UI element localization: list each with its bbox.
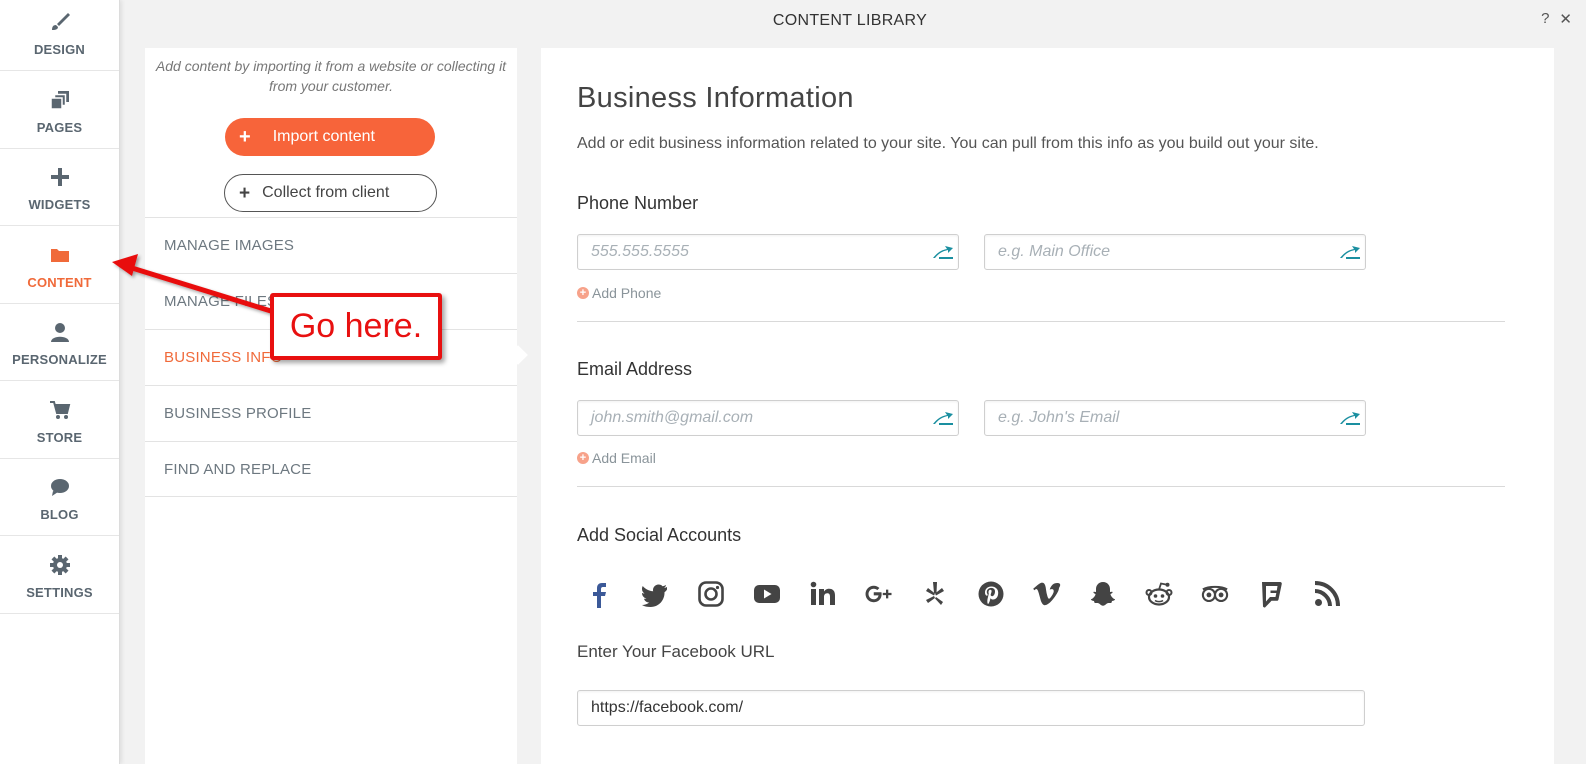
menu-item-find-and-replace[interactable]: FIND AND REPLACE bbox=[145, 441, 517, 497]
dynamic-content-icon[interactable] bbox=[1335, 237, 1365, 267]
sidebar-item-pages[interactable]: PAGES bbox=[0, 71, 119, 149]
folder-icon bbox=[49, 244, 71, 266]
youtube-icon[interactable] bbox=[753, 580, 781, 608]
google-plus-icon[interactable] bbox=[865, 580, 893, 608]
cart-icon bbox=[49, 399, 71, 421]
facebook-url-input[interactable]: https://facebook.com/ bbox=[577, 690, 1365, 726]
email-address-placeholder: john.smith@gmail.com bbox=[591, 409, 754, 426]
annotation-text: Go here. bbox=[289, 307, 423, 345]
yelp-icon[interactable] bbox=[921, 580, 949, 608]
sidebar-item-widgets[interactable]: WIDGETS bbox=[0, 149, 119, 226]
vimeo-icon[interactable] bbox=[1033, 580, 1061, 608]
plus-icon: + bbox=[239, 182, 251, 204]
email-heading: Email Address bbox=[577, 359, 693, 379]
email-address-input[interactable]: john.smith@gmail.com bbox=[577, 400, 959, 436]
sidebar-item-label: SETTINGS bbox=[26, 584, 93, 600]
dynamic-content-icon[interactable] bbox=[928, 403, 958, 433]
add-email-label: Add Email bbox=[592, 450, 656, 466]
phone-number-input[interactable]: 555.555.5555 bbox=[577, 234, 959, 270]
social-icons-row bbox=[585, 580, 1341, 608]
help-button[interactable]: ? bbox=[1541, 10, 1549, 28]
window-actions: ? ✕ bbox=[1541, 10, 1572, 28]
social-heading: Add Social Accounts bbox=[577, 525, 742, 545]
page-title: CONTENT LIBRARY bbox=[772, 12, 928, 29]
section-title: Business Information bbox=[577, 82, 854, 114]
annotation-callout: Go here. bbox=[270, 293, 442, 360]
phone-number-placeholder: 555.555.5555 bbox=[591, 243, 689, 260]
plus-icon: + bbox=[239, 126, 251, 148]
facebook-icon[interactable] bbox=[585, 580, 613, 608]
sidebar-item-label: PAGES bbox=[36, 119, 83, 135]
divider bbox=[577, 486, 1505, 487]
foursquare-icon[interactable] bbox=[1257, 580, 1285, 608]
email-label-placeholder: e.g. John's Email bbox=[998, 409, 1120, 426]
phone-label-placeholder: e.g. Main Office bbox=[998, 243, 1111, 260]
phone-heading: Phone Number bbox=[577, 193, 699, 213]
dynamic-content-icon[interactable] bbox=[1335, 403, 1365, 433]
menu-item-manage-images[interactable]: MANAGE IMAGES bbox=[145, 217, 517, 273]
plus-circle-icon: + bbox=[577, 452, 589, 464]
facebook-url-value: https://facebook.com/ bbox=[591, 699, 744, 716]
sidebar-item-settings[interactable]: SETTINGS bbox=[0, 536, 119, 614]
facebook-url-label: Enter Your Facebook URL bbox=[577, 642, 775, 661]
plus-icon bbox=[49, 166, 71, 188]
library-panel: Add content by importing it from a websi… bbox=[145, 48, 517, 764]
sidebar-item-label: STORE bbox=[36, 429, 83, 445]
chat-bubble-icon bbox=[49, 476, 71, 498]
add-email-link[interactable]: + Add Email bbox=[577, 450, 656, 466]
instagram-icon[interactable] bbox=[697, 580, 725, 608]
import-content-label: Import content bbox=[272, 128, 375, 145]
brush-icon bbox=[49, 11, 71, 33]
pinterest-icon[interactable] bbox=[977, 580, 1005, 608]
rss-icon[interactable] bbox=[1313, 580, 1341, 608]
snapchat-icon[interactable] bbox=[1089, 580, 1117, 608]
gear-icon bbox=[49, 554, 71, 576]
section-description: Add or edit business information related… bbox=[577, 135, 1319, 152]
sidebar-item-design[interactable]: DESIGN bbox=[0, 0, 119, 71]
menu-item-business-profile[interactable]: BUSINESS PROFILE bbox=[145, 385, 517, 441]
sidebar-item-store[interactable]: STORE bbox=[0, 381, 119, 459]
divider bbox=[577, 321, 1505, 322]
business-info-panel: Business Information Add or edit busines… bbox=[541, 48, 1554, 764]
twitter-icon[interactable] bbox=[641, 580, 669, 608]
collect-from-client-button[interactable]: + Collect from client bbox=[224, 174, 437, 212]
reddit-icon[interactable] bbox=[1145, 580, 1173, 608]
person-icon bbox=[49, 321, 71, 343]
import-content-button[interactable]: + Import content bbox=[225, 118, 435, 156]
sidebar-item-personalize[interactable]: PERSONALIZE bbox=[0, 304, 119, 381]
sidebar-item-label: DESIGN bbox=[33, 42, 86, 57]
sidebar-item-label: WIDGETS bbox=[28, 197, 91, 212]
linkedin-icon[interactable] bbox=[809, 580, 837, 608]
tripadvisor-icon[interactable] bbox=[1201, 580, 1229, 608]
plus-circle-icon: + bbox=[577, 287, 589, 299]
close-button[interactable]: ✕ bbox=[1559, 10, 1572, 28]
add-phone-label: Add Phone bbox=[592, 285, 662, 301]
sidebar-item-blog[interactable]: BLOG bbox=[0, 459, 119, 536]
phone-label-input[interactable]: e.g. Main Office bbox=[984, 234, 1366, 270]
library-intro: Add content by importing it from a websi… bbox=[155, 58, 507, 94]
add-phone-link[interactable]: + Add Phone bbox=[577, 285, 661, 301]
collect-from-client-label: Collect from client bbox=[262, 184, 390, 201]
sidebar-item-label: BLOG bbox=[40, 507, 79, 522]
email-label-input[interactable]: e.g. John's Email bbox=[984, 400, 1366, 436]
sidebar-item-label: PERSONALIZE bbox=[12, 352, 107, 367]
dynamic-content-icon[interactable] bbox=[928, 237, 958, 267]
sidebar-item-label: CONTENT bbox=[27, 274, 92, 290]
left-sidebar: DESIGN PAGES WIDGETS CONTENT PERSONALIZE… bbox=[0, 0, 120, 764]
pages-icon bbox=[49, 89, 71, 111]
sidebar-item-content[interactable]: CONTENT bbox=[0, 226, 119, 304]
